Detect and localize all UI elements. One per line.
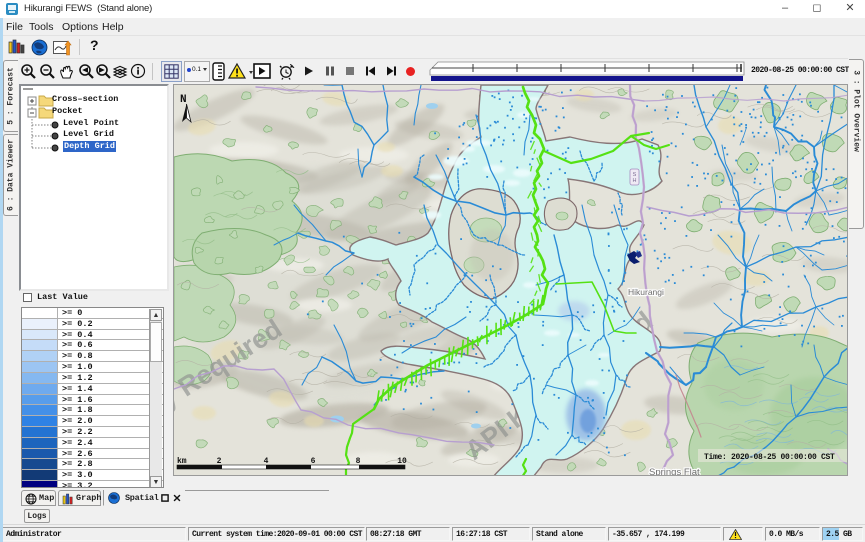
svg-text:H: H [633,178,637,184]
svg-text:km: km [177,457,187,466]
svg-text:2: 2 [217,457,222,466]
svg-text:Springs Flat: Springs Flat [649,467,700,476]
svg-text:Hikurangi: Hikurangi [628,287,664,297]
svg-text:4: 4 [264,457,269,466]
svg-text:Time: 2020-08-25 00:00:00 CST: Time: 2020-08-25 00:00:00 CST [704,453,835,462]
svg-text:6: 6 [311,457,316,466]
svg-text:10: 10 [397,457,407,466]
svg-text:8: 8 [356,457,361,466]
svg-text:N: N [180,94,187,106]
